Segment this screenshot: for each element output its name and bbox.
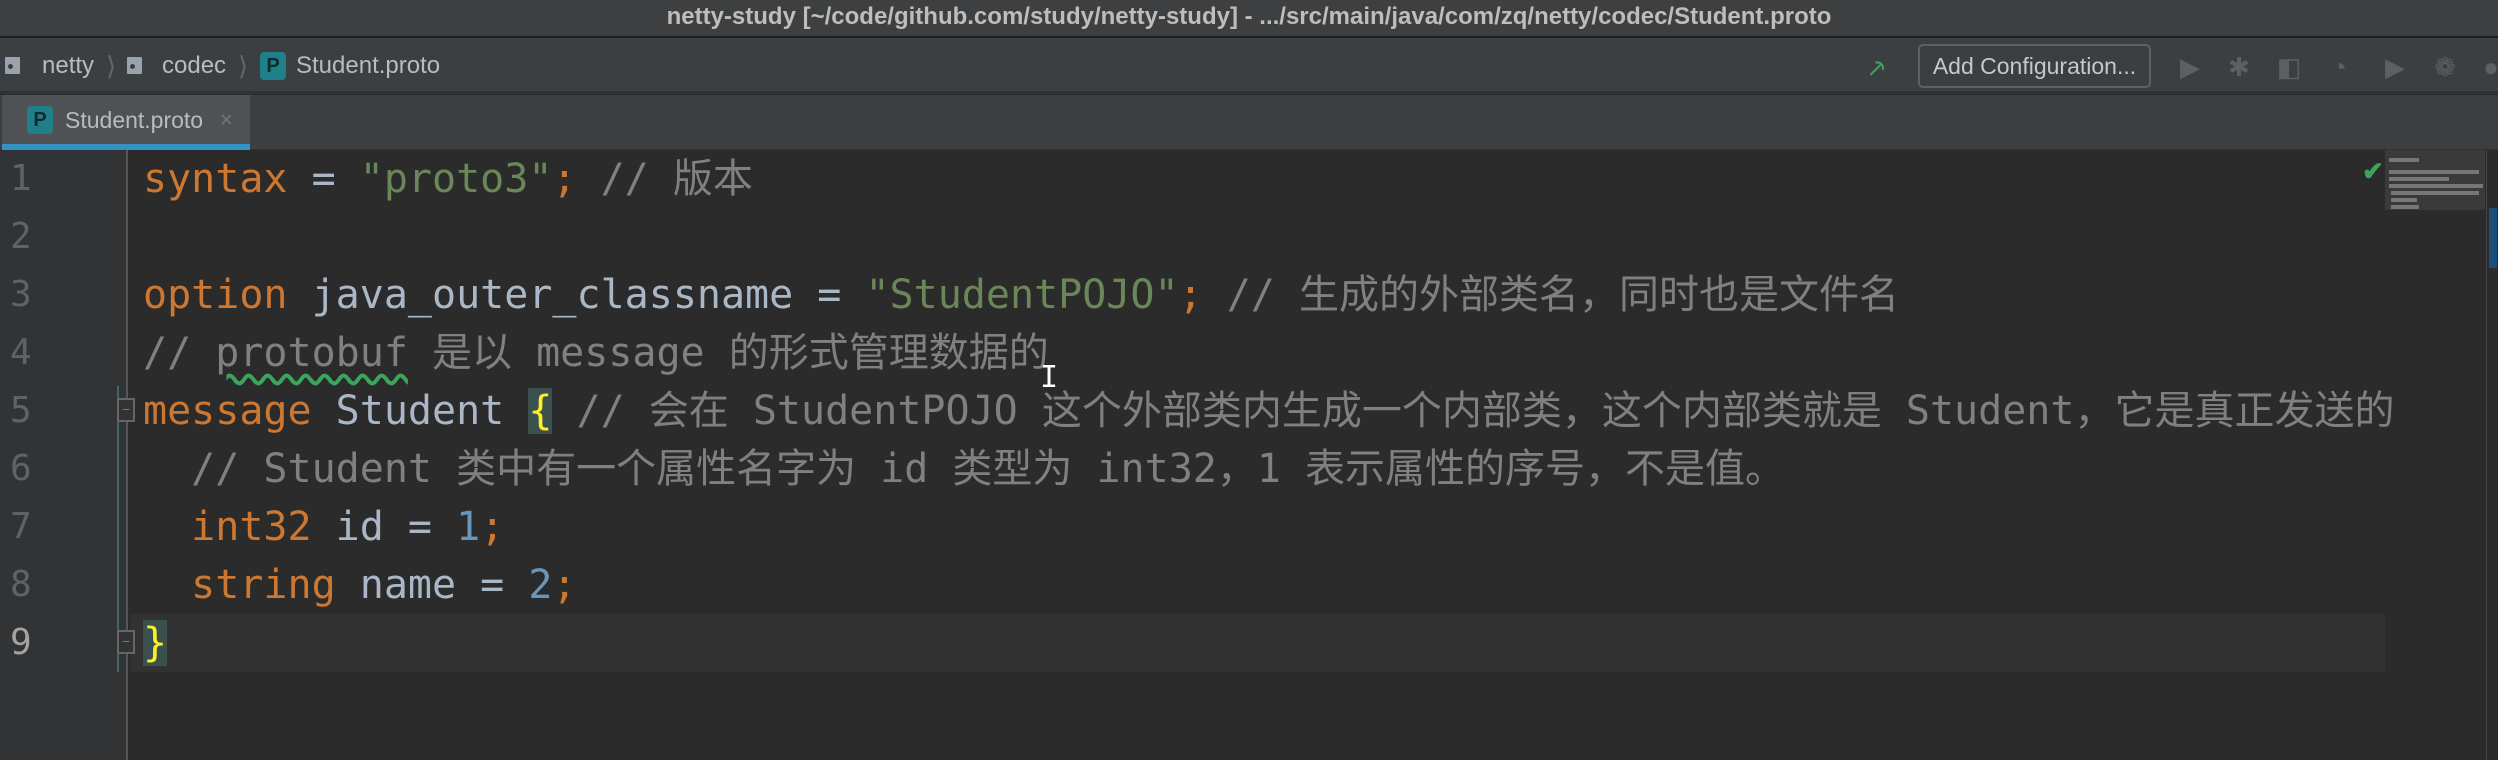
mouse-ibeam-cursor: I (1040, 360, 1059, 395)
code-token: 2 (528, 562, 553, 608)
line-number: 1 (10, 158, 32, 199)
code-token: protobuf (215, 330, 408, 376)
code-token: // 会在 StudentPOJO 这个外部类内生成一个内部类，这个内部类就是 … (552, 388, 2395, 434)
line-number: 2 (10, 216, 32, 257)
debug-icon[interactable]: ✱ (2224, 52, 2254, 82)
code-token: Student (311, 388, 529, 434)
code-line[interactable]: // protobuf 是以 message 的形式管理数据的 (143, 324, 1049, 382)
line-number: 3 (10, 274, 32, 315)
code-editor[interactable]: 1 2 3 4 5 6 7 8 9 − − syntax = "proto3"; // 版本 op… (0, 150, 2498, 760)
window-title: netty-study [~/code/github.com/study/net… (0, 0, 2498, 38)
minimap[interactable] (2385, 150, 2485, 210)
code-token: option (143, 272, 288, 318)
line-number: 9 (10, 622, 32, 663)
code-token: "proto3" (359, 156, 553, 202)
code-line[interactable]: } (143, 614, 168, 672)
breadcrumb-codec[interactable]: codec (162, 38, 226, 94)
code-token: int32 (191, 504, 312, 550)
code-token: 1 (456, 504, 481, 550)
folder-icon (127, 57, 142, 74)
line-number: 7 (10, 506, 32, 547)
breadcrumb-netty[interactable]: netty (42, 38, 94, 94)
code-line[interactable]: syntax = "proto3"; // 版本 (143, 150, 753, 208)
coverage-icon[interactable]: ◧ (2274, 52, 2304, 82)
attach-icon[interactable]: ❁ (2430, 52, 2460, 82)
proto-file-icon: P (260, 52, 286, 80)
code-token: ; (480, 504, 505, 550)
proto-file-icon: P (27, 106, 53, 134)
code-line[interactable]: option java_outer_classname = "StudentPO… (143, 266, 1899, 324)
code-token: // 生成的外部类名，同时也是文件名 (1202, 272, 1899, 318)
code-token: // 版本 (576, 156, 753, 202)
code-token: // (143, 330, 216, 376)
run-alt-icon[interactable]: ▶ (2380, 52, 2410, 82)
line-number: 5 (10, 390, 32, 431)
line-number: 8 (10, 564, 32, 605)
stop-icon[interactable]: ● (2476, 52, 2498, 82)
scrollbar-thumb[interactable] (2489, 208, 2497, 268)
folder-icon (5, 57, 20, 74)
tab-label: Student.proto (65, 107, 204, 133)
code-line[interactable]: // Student 类中有一个属性名字为 id 类型为 int32，1 表示属… (143, 440, 1785, 498)
close-icon[interactable]: × (220, 95, 233, 145)
line-number: 6 (10, 448, 32, 489)
gutter: 1 2 3 4 5 6 7 8 9 (0, 150, 128, 760)
breadcrumb-student-proto[interactable]: Student.proto (296, 38, 440, 94)
inspection-ok-icon[interactable]: ✔ (2362, 156, 2384, 187)
code-token: name = (335, 562, 529, 608)
line-number: 4 (10, 332, 32, 373)
build-hammer-icon[interactable]: ⸕ (1862, 52, 1892, 82)
chevron-right-icon: ⟩ (238, 51, 249, 81)
add-configuration-button[interactable]: Add Configuration... (1918, 44, 2151, 88)
tab-student-proto[interactable]: P Student.proto × (2, 95, 250, 150)
code-line[interactable]: string name = 2; (143, 556, 577, 614)
vertical-scrollbar[interactable] (2486, 150, 2498, 760)
code-token: ; (552, 562, 577, 608)
code-token: = (287, 156, 360, 202)
navigation-toolbar: netty ⟩ codec ⟩ P Student.proto ⸕ Add Co… (0, 38, 2498, 94)
code-line[interactable]: message Student { // 会在 StudentPOJO 这个外部… (143, 382, 2394, 440)
code-token: ; (1178, 272, 1203, 318)
current-line-highlight (130, 614, 2385, 672)
fold-end-icon[interactable]: − (117, 630, 135, 654)
code-token: syntax (143, 156, 288, 202)
code-token: "StudentPOJO" (865, 272, 1179, 318)
code-line[interactable]: int32 id = 1; (143, 498, 504, 556)
code-token: message (143, 388, 312, 434)
profile-icon[interactable]: ◔ (2324, 52, 2354, 82)
code-token: java_outer_classname = (287, 272, 866, 318)
code-token: // Student 类中有一个属性名字为 id 类型为 int32，1 表示属… (143, 446, 1786, 492)
fold-collapse-icon[interactable]: − (117, 398, 135, 422)
editor-tabs: P Student.proto × (0, 95, 2498, 150)
chevron-right-icon: ⟩ (106, 51, 117, 81)
code-token: id = (311, 504, 457, 550)
code-token: } (143, 620, 168, 666)
code-token: ; (552, 156, 577, 202)
code-token: { (528, 388, 553, 434)
code-token: string (191, 562, 336, 608)
run-icon[interactable]: ▶ (2175, 52, 2205, 82)
code-token: 是以 message 的形式管理数据的 (407, 330, 1049, 376)
